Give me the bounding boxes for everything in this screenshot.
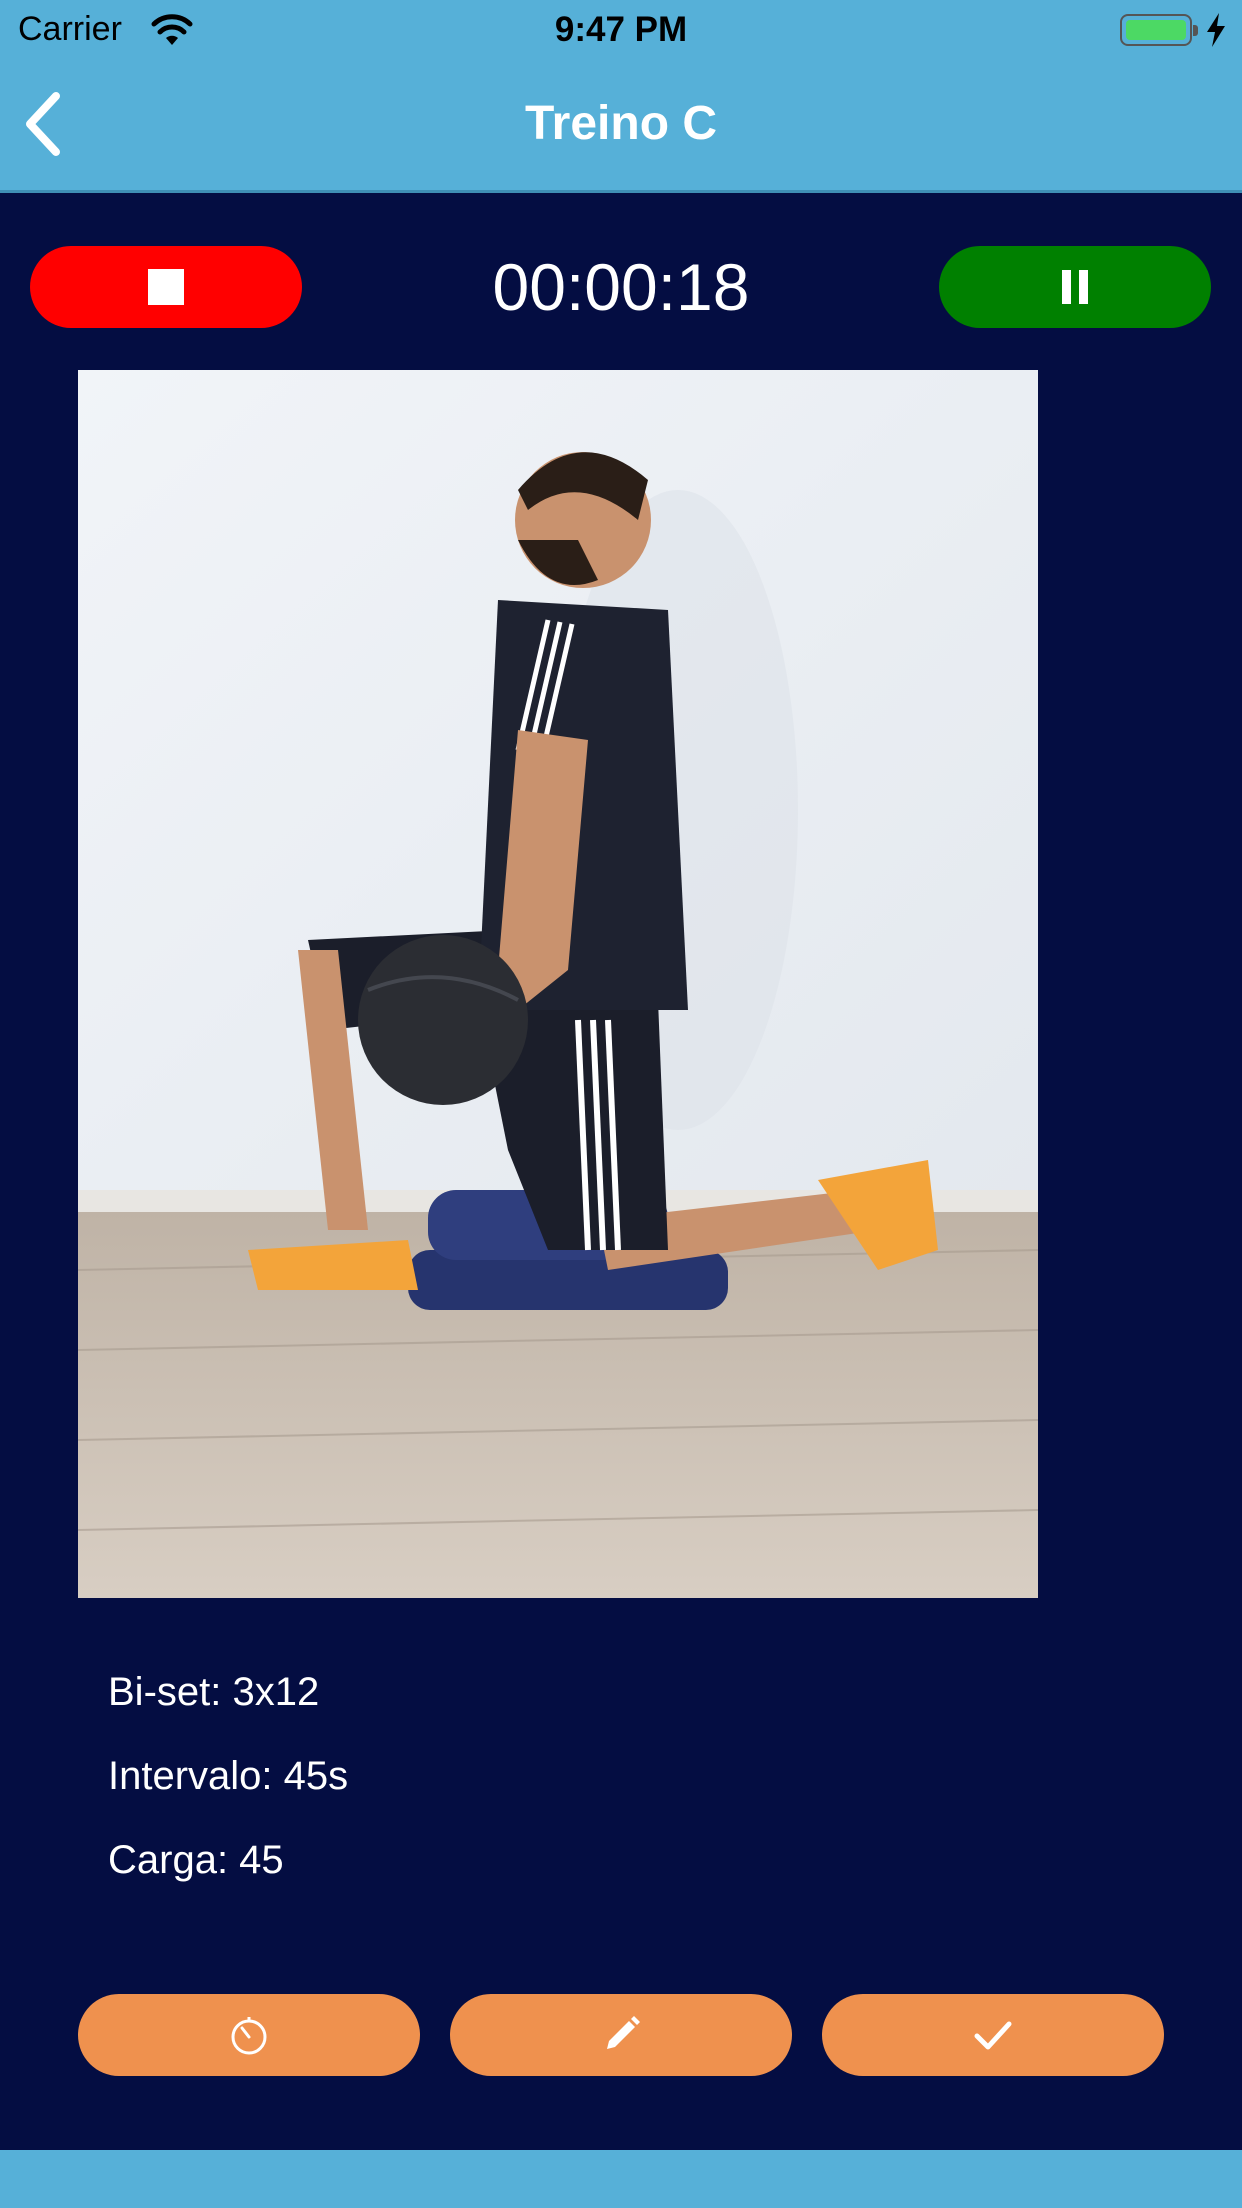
bottom-bar xyxy=(0,2150,1242,2208)
pencil-icon xyxy=(607,2016,640,2049)
page-title: Treino C xyxy=(524,97,718,150)
complete-button[interactable] xyxy=(822,1994,1164,2076)
stopwatch-icon xyxy=(231,2017,267,2055)
battery-icon xyxy=(1120,14,1198,46)
pause-button[interactable] xyxy=(939,246,1211,328)
nav-bar: Treino C xyxy=(0,62,1242,193)
sets-label: Bi-set: 3x12 xyxy=(108,1670,320,1714)
pause-icon xyxy=(1060,270,1090,304)
exercise-photo xyxy=(78,370,1038,1598)
bolt-icon xyxy=(1207,13,1225,47)
status-bar: Carrier 9:47 PM xyxy=(0,0,1242,62)
timer-button[interactable] xyxy=(78,1994,420,2076)
clock: 9:47 PM xyxy=(554,10,688,49)
edit-button[interactable] xyxy=(450,1994,792,2076)
checkmark-icon xyxy=(974,2021,1012,2050)
load-label: Carga: 45 xyxy=(108,1838,284,1882)
interval-label: Intervalo: 45s xyxy=(108,1754,349,1798)
